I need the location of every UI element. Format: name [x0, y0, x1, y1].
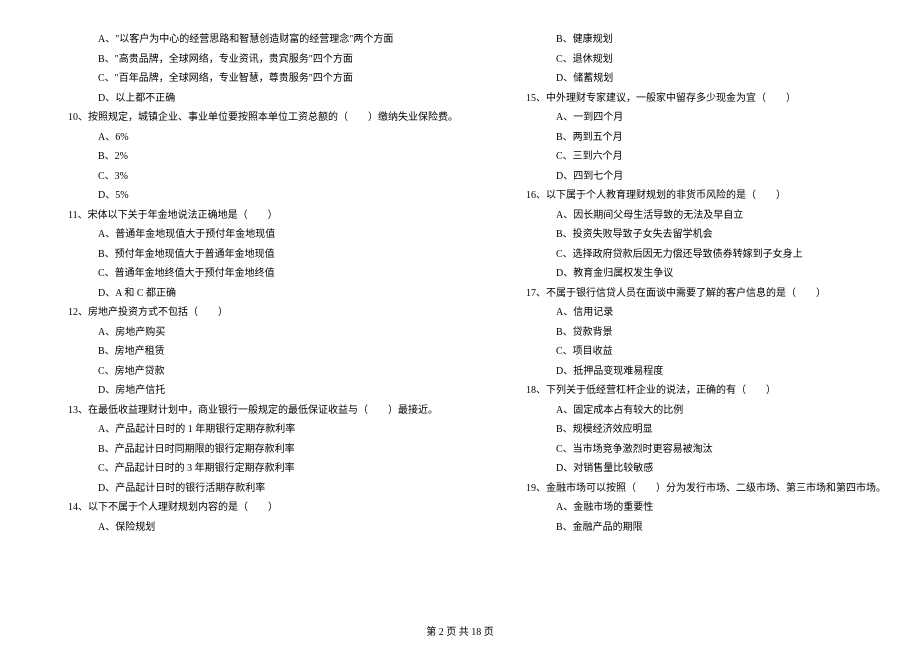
option-text: B、产品起计日时同期限的银行定期存款利率 [50, 440, 458, 460]
option-text: B、"高贵品牌，全球网络，专业资讯，贵宾服务"四个方面 [50, 50, 458, 70]
option-text: C、普通年金地终值大于预付年金地终值 [50, 264, 458, 284]
right-column: B、健康规划 C、退休规划 D、储蓄规划 15、中外理财专家建议，一般家中留存多… [508, 30, 886, 590]
option-text: A、房地产购买 [50, 323, 458, 343]
option-text: D、房地产信托 [50, 381, 458, 401]
option-text: A、因长期间父母生活导致的无法及早自立 [508, 206, 886, 226]
option-text: B、规模经济效应明显 [508, 420, 886, 440]
option-text: B、贷款背景 [508, 323, 886, 343]
option-text: A、普通年金地现值大于预付年金地现值 [50, 225, 458, 245]
page-footer: 第 2 页 共 18 页 [0, 623, 920, 638]
option-text: B、投资失败导致子女失去留学机会 [508, 225, 886, 245]
question-text: 10、按照规定，城镇企业、事业单位要按照本单位工资总额的（ ）缴纳失业保险费。 [50, 108, 458, 128]
option-text: D、四到七个月 [508, 167, 886, 187]
option-text: A、保险规划 [50, 518, 458, 538]
option-text: D、A 和 C 都正确 [50, 284, 458, 304]
option-text: C、项目收益 [508, 342, 886, 362]
left-column: A、"以客户为中心的经营思路和智慧创造财富的经营理念"两个方面 B、"高贵品牌，… [50, 30, 458, 590]
question-text: 19、金融市场可以按照（ ）分为发行市场、二级市场、第三市场和第四市场。 [508, 479, 886, 499]
option-text: B、预付年金地现值大于普通年金地现值 [50, 245, 458, 265]
option-text: B、金融产品的期限 [508, 518, 886, 538]
option-text: C、三到六个月 [508, 147, 886, 167]
option-text: B、2% [50, 147, 458, 167]
question-text: 14、以下不属于个人理财规划内容的是（ ） [50, 498, 458, 518]
option-text: C、选择政府贷款后因无力偿还导致债券转嫁到子女身上 [508, 245, 886, 265]
two-column-layout: A、"以客户为中心的经营思路和智慧创造财富的经营理念"两个方面 B、"高贵品牌，… [50, 30, 870, 590]
question-text: 15、中外理财专家建议，一般家中留存多少现金为宜（ ） [508, 89, 886, 109]
option-text: D、抵押品变现难易程度 [508, 362, 886, 382]
question-text: 18、下列关于低经营杠杆企业的说法，正确的有（ ） [508, 381, 886, 401]
option-text: A、金融市场的重要性 [508, 498, 886, 518]
question-text: 11、宋体以下关于年金地说法正确地是（ ） [50, 206, 458, 226]
option-text: C、当市场竞争激烈时更容易被淘汰 [508, 440, 886, 460]
option-text: C、产品起计日时的 3 年期银行定期存款利率 [50, 459, 458, 479]
option-text: C、3% [50, 167, 458, 187]
option-text: A、固定成本占有较大的比例 [508, 401, 886, 421]
option-text: A、"以客户为中心的经营思路和智慧创造财富的经营理念"两个方面 [50, 30, 458, 50]
option-text: B、健康规划 [508, 30, 886, 50]
option-text: A、产品起计日时的 1 年期银行定期存款利率 [50, 420, 458, 440]
question-text: 17、不属于银行信贷人员在面谈中需要了解的客户信息的是（ ） [508, 284, 886, 304]
option-text: B、房地产租赁 [50, 342, 458, 362]
option-text: D、以上都不正确 [50, 89, 458, 109]
option-text: D、对销售量比较敏感 [508, 459, 886, 479]
option-text: D、储蓄规划 [508, 69, 886, 89]
option-text: C、退休规划 [508, 50, 886, 70]
option-text: D、产品起计日时的银行活期存款利率 [50, 479, 458, 499]
option-text: C、房地产贷款 [50, 362, 458, 382]
option-text: D、5% [50, 186, 458, 206]
option-text: D、教育金归属权发生争议 [508, 264, 886, 284]
option-text: A、6% [50, 128, 458, 148]
option-text: B、两到五个月 [508, 128, 886, 148]
question-text: 13、在最低收益理财计划中，商业银行一般规定的最低保证收益与（ ）最接近。 [50, 401, 458, 421]
option-text: A、信用记录 [508, 303, 886, 323]
option-text: C、"百年品牌，全球网络，专业智慧，尊贵服务"四个方面 [50, 69, 458, 89]
option-text: A、一到四个月 [508, 108, 886, 128]
question-text: 16、以下属于个人教育理财规划的非货币风险的是（ ） [508, 186, 886, 206]
question-text: 12、房地产投资方式不包括（ ） [50, 303, 458, 323]
